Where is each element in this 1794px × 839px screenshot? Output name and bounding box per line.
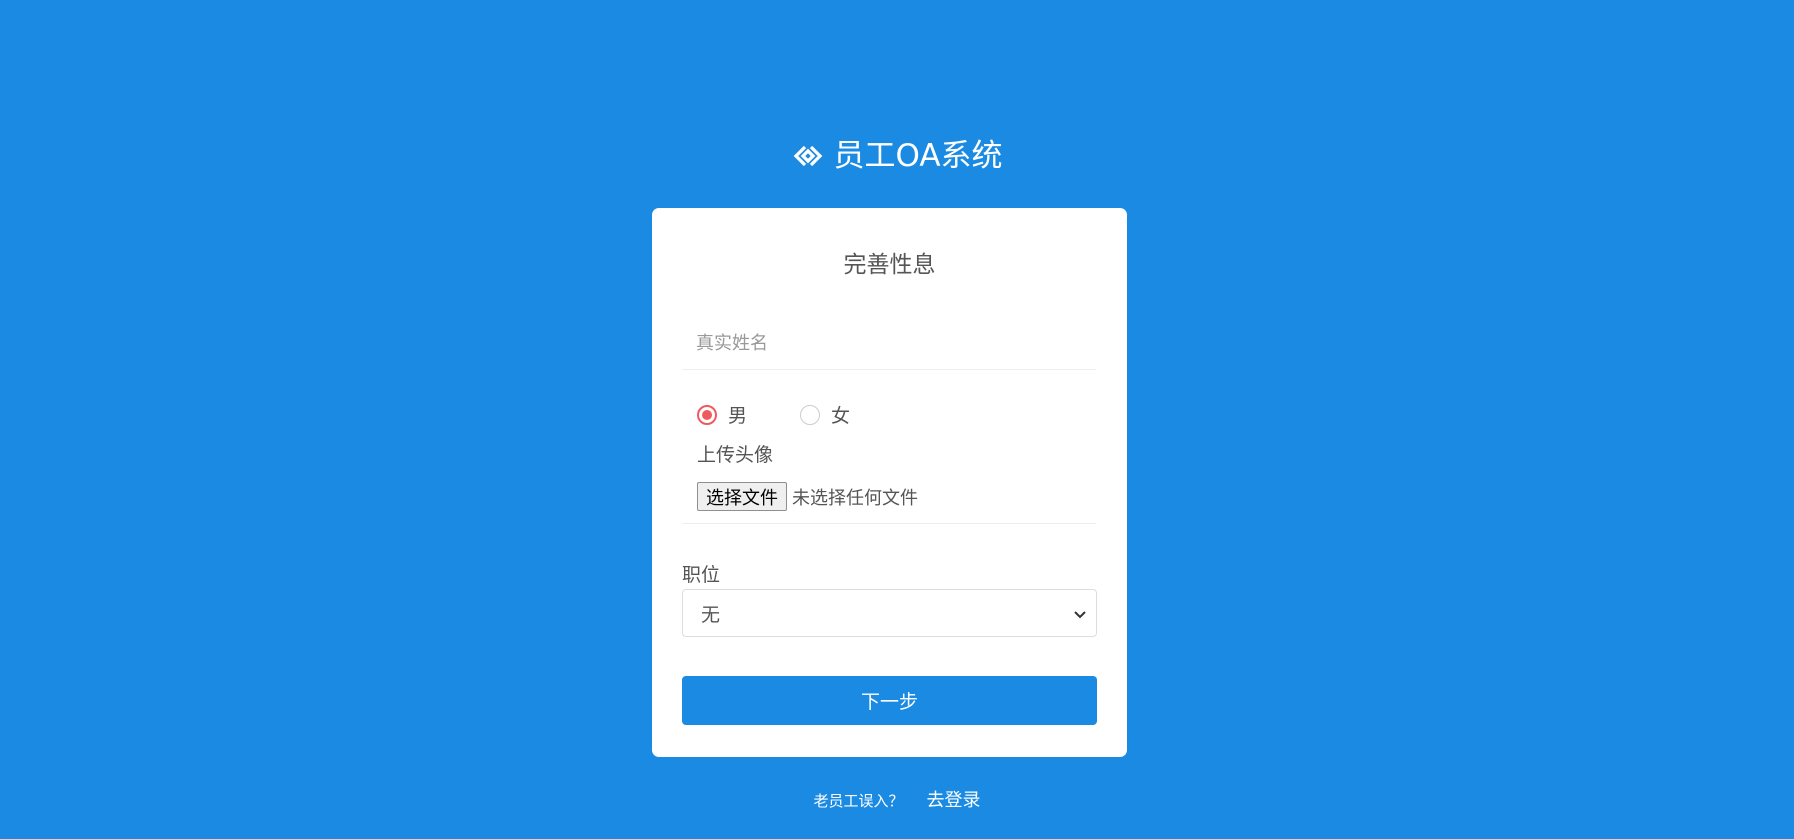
file-status-text: 未选择任何文件: [792, 487, 918, 509]
position-select[interactable]: 无: [682, 589, 1097, 637]
brand-header: 员工OA系统: [0, 136, 1794, 176]
gender-male-label: 男: [728, 405, 748, 427]
go-login-link[interactable]: 去登录: [927, 786, 981, 812]
real-name-input[interactable]: [682, 318, 1096, 370]
choose-file-button[interactable]: 选择文件: [697, 482, 787, 511]
next-step-button[interactable]: 下一步: [682, 676, 1097, 725]
footer: 老员工误入？ 去登录: [0, 786, 1794, 812]
old-employee-prompt: 老员工误入？: [813, 792, 904, 810]
gender-female-radio[interactable]: 女: [800, 401, 850, 428]
app-title: 员工OA系统: [833, 138, 1003, 174]
position-label: 职位: [682, 564, 721, 586]
upload-divider: [682, 523, 1096, 524]
gender-female-label: 女: [831, 405, 851, 427]
avatar-file-picker[interactable]: 选择文件 未选择任何文件: [697, 482, 918, 511]
gender-male-radio[interactable]: 男: [697, 401, 747, 428]
avatar-upload-label: 上传头像: [697, 444, 774, 466]
position-selected-value: 无: [701, 603, 721, 626]
link-chain-icon: [794, 145, 823, 167]
chevron-down-icon: [1074, 611, 1086, 619]
form-title: 完善性息: [843, 252, 936, 278]
radio-checked-icon[interactable]: [697, 404, 717, 425]
radio-unchecked-icon[interactable]: [800, 404, 820, 425]
